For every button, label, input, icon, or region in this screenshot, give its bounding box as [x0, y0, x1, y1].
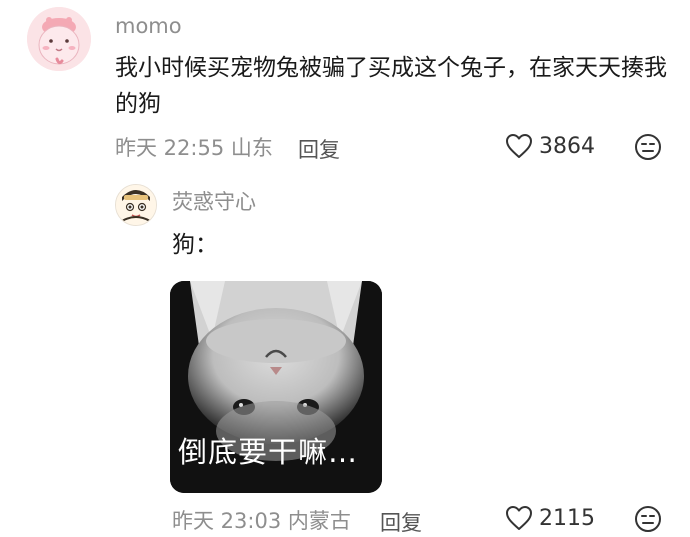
reply-reply-button[interactable]: 回复 [380, 507, 422, 537]
heart-icon [506, 506, 532, 530]
comment-text: 我小时候买宠物兔被骗了买成这个兔子，在家天天揍我的狗 [115, 55, 667, 117]
reply-text: 狗： [172, 232, 218, 258]
reply-timestamp-location: 昨天 23:03 内蒙古 [172, 509, 351, 533]
reply-button[interactable]: 回复 [298, 134, 340, 164]
unamused-face-icon [635, 134, 661, 160]
like-button[interactable]: 3864 [505, 133, 595, 159]
comment-meta: 昨天 22:55 山东 回复 [115, 132, 340, 162]
dislike-button[interactable] [634, 133, 662, 161]
reply-avatar[interactable] [115, 184, 157, 226]
sticker-image[interactable]: 倒底要干嘛… [170, 281, 382, 493]
sticker-caption: 倒底要干嘛… [178, 435, 359, 469]
username[interactable]: momo [115, 16, 182, 37]
heart-icon [506, 134, 532, 158]
like-count: 3864 [539, 133, 595, 159]
unamused-face-icon [635, 506, 661, 532]
reply-dislike-button[interactable] [634, 505, 662, 533]
reply-username[interactable]: 荧惑守心 [172, 192, 256, 213]
reply-like-count: 2115 [539, 505, 595, 531]
reply-meta: 昨天 23:03 内蒙古 回复 [172, 505, 422, 535]
avatar[interactable] [27, 7, 91, 71]
avatar-pink-creature-icon [27, 7, 91, 71]
avatar-cartoon-face-icon [116, 185, 156, 225]
timestamp-location: 昨天 22:55 山东 [115, 136, 273, 160]
reply-like-button[interactable]: 2115 [505, 505, 595, 531]
